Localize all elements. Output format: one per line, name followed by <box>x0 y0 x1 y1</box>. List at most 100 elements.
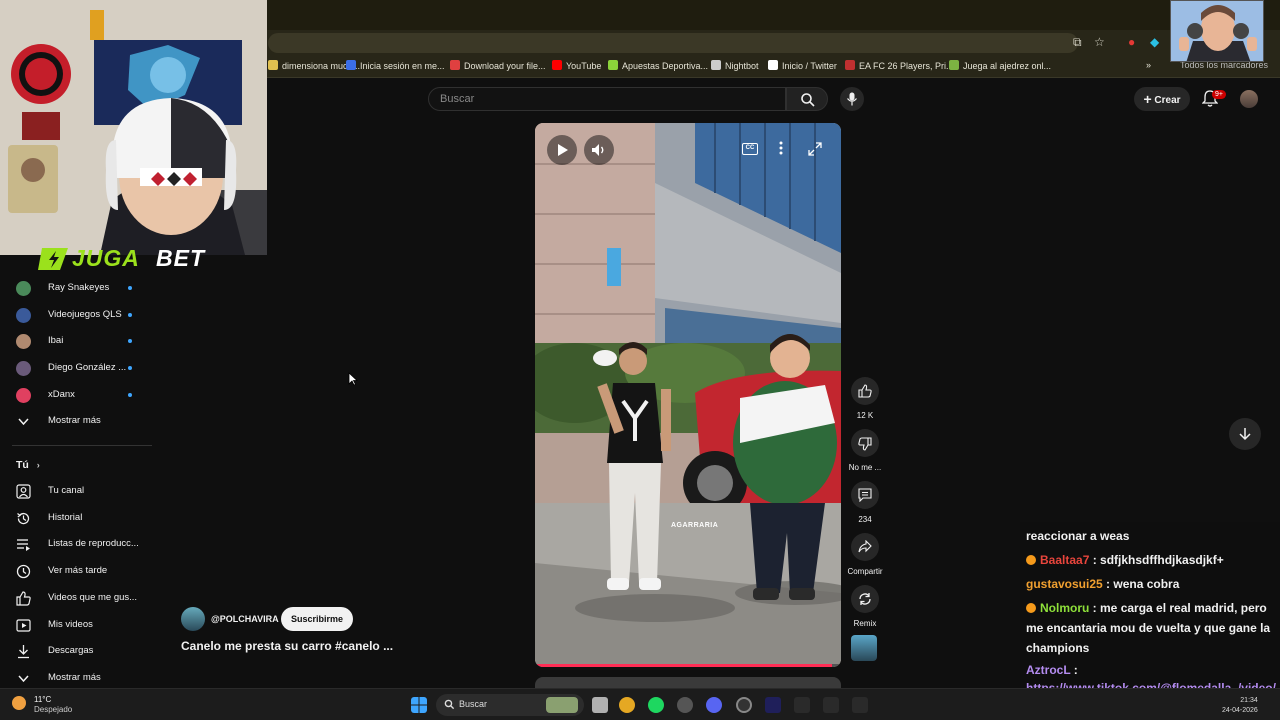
channel-avatar[interactable] <box>181 607 205 631</box>
bookmark-item[interactable]: EA FC 26 Players, Pri... <box>845 60 954 71</box>
video-watermark: AGARRARIA <box>671 522 719 529</box>
install-app-icon[interactable]: ⧉ <box>1073 35 1082 50</box>
subscription-label: xDanx <box>48 388 75 400</box>
like-button[interactable]: 12 K <box>846 377 884 420</box>
spotify-icon[interactable] <box>648 697 664 713</box>
sound-thumbnail[interactable] <box>851 635 877 661</box>
you-item-history[interactable]: Historial <box>0 505 152 531</box>
subscription-label: Diego González ... <box>48 362 127 374</box>
short-video-player[interactable]: AGARRARIA CC <box>535 123 841 667</box>
task-view-icon[interactable] <box>592 697 608 713</box>
short-title[interactable]: Canelo me presta su carro #canelo ... <box>181 639 393 653</box>
search-highlight-icon <box>546 697 578 713</box>
fullscreen-button[interactable] <box>808 142 822 156</box>
bookmark-label: YouTube <box>566 61 602 71</box>
you-item-label: Videos que me gus... <box>48 591 138 603</box>
new-content-dot <box>128 286 132 290</box>
bookmark-favicon-icon <box>346 60 356 70</box>
extension-icon[interactable]: ◆ <box>1150 35 1159 49</box>
clock-date: 24-04-2026 <box>1222 707 1258 714</box>
you-item-thumbs-up[interactable]: Videos que me gus... <box>0 585 152 611</box>
share-button[interactable]: Compartir <box>846 533 884 576</box>
create-button[interactable]: + Crear <box>1134 87 1190 111</box>
you-item-video[interactable]: Mis videos <box>0 612 152 638</box>
you-item-playlist[interactable]: Listas de reproducc... <box>0 531 152 557</box>
subscription-item[interactable]: Diego González ... <box>0 355 152 381</box>
subscribe-button[interactable]: Suscribirme <box>281 607 353 631</box>
bookmark-item[interactable]: Inicio / Twitter <box>768 60 837 71</box>
you-item-label: Ver más tarde <box>48 565 108 577</box>
share-icon <box>858 540 872 553</box>
taskbar-search[interactable]: Buscar <box>436 694 584 716</box>
next-short-button[interactable] <box>1229 418 1261 450</box>
weather-condition: Despejado <box>34 705 73 714</box>
bookmark-item[interactable]: Juega al ajedrez onl... <box>949 60 1051 71</box>
discord-icon[interactable] <box>706 697 722 713</box>
subscription-item[interactable]: Ibai <box>0 328 152 354</box>
show-more-subscriptions[interactable]: Mostrar más <box>0 408 152 434</box>
comment-icon <box>858 488 872 502</box>
extension-icon[interactable]: ● <box>1128 35 1135 49</box>
like-count: 12 K <box>856 411 874 420</box>
voice-search-button[interactable] <box>840 87 864 111</box>
app-a-icon[interactable] <box>794 697 810 713</box>
chevron-down-icon <box>18 418 29 426</box>
windows-start-icon[interactable] <box>411 697 427 713</box>
remix-button[interactable]: Remix <box>846 585 884 628</box>
omnibox[interactable] <box>268 33 1078 53</box>
bookmark-item[interactable]: Apuestas Deportiva... <box>608 60 708 71</box>
subscription-item[interactable]: xDanx <box>0 382 152 408</box>
chrome-icon[interactable] <box>619 697 635 713</box>
more-bookmarks-icon[interactable]: » <box>1146 60 1151 70</box>
volume-button[interactable] <box>584 135 614 165</box>
dislike-button[interactable]: No me ... <box>846 429 884 472</box>
account-avatar[interactable] <box>1240 90 1258 108</box>
obs-icon[interactable] <box>736 697 752 713</box>
comments-button[interactable]: 234 <box>846 481 884 524</box>
bookmark-item[interactable]: YouTube <box>552 60 601 71</box>
you-item-label: Historial <box>48 511 83 523</box>
bookmark-label: Inicia sesión en me... <box>360 61 445 71</box>
bookmark-star-icon[interactable]: ☆ <box>1094 35 1105 49</box>
taskbar-clock[interactable]: 21:34 24-04-2026 <box>1222 696 1258 716</box>
you-item-clock[interactable]: Ver más tarde <box>0 558 152 584</box>
you-item-download[interactable]: Descargas <box>0 638 152 664</box>
new-content-dot <box>128 312 132 317</box>
subscription-label: Videojuegos QLS <box>48 308 122 320</box>
closed-captions-icon: CC <box>745 145 755 151</box>
bookmark-item[interactable]: Nightbot <box>711 60 759 71</box>
channel-avatar-icon <box>16 334 31 350</box>
chat-text: sdfjkhsdffhdjkasdjkf+ <box>1100 553 1224 567</box>
weather-widget[interactable]: 11°C Despejado <box>12 695 72 715</box>
you-section-heading[interactable]: Tú › <box>16 459 40 471</box>
you-item-user-square[interactable]: Tu canal <box>0 478 152 504</box>
subscription-item[interactable]: Videojuegos QLS <box>0 302 152 328</box>
chat-text: wena cobra <box>1113 577 1180 591</box>
bookmark-item[interactable]: Inicia sesión en me... <box>346 60 445 71</box>
video-progress-bar[interactable] <box>535 664 841 667</box>
bookmark-item[interactable]: Download your file... <box>450 60 546 71</box>
chevron-right-icon: › <box>36 460 40 470</box>
you-item-label: Mis videos <box>48 618 93 630</box>
windows-taskbar: 11°C Despejado Buscar 21:34 24-04-2026 <box>0 688 1280 720</box>
bookmark-label: EA FC 26 Players, Pri... <box>859 61 954 71</box>
app-icon[interactable] <box>677 697 693 713</box>
search-button[interactable] <box>786 87 828 111</box>
captions-button[interactable]: CC <box>742 143 758 155</box>
bookmark-favicon-icon <box>608 60 618 70</box>
webcam-scene <box>0 0 267 255</box>
channel-name[interactable]: @POLCHAVIRA <box>211 614 279 624</box>
app-m-icon[interactable] <box>852 697 868 713</box>
more-options-button[interactable] <box>779 141 789 157</box>
temperature: 11°C <box>34 695 52 704</box>
search-icon <box>801 93 815 107</box>
play-button[interactable] <box>547 135 577 165</box>
subscription-item[interactable]: Ray Snakeyes <box>0 275 152 301</box>
search-input[interactable]: Buscar <box>428 87 786 111</box>
bookmark-favicon-icon <box>768 60 778 70</box>
app-m-icon[interactable] <box>823 697 839 713</box>
share-label: Compartir <box>847 567 883 576</box>
premiere-icon[interactable] <box>765 697 781 713</box>
chat-username: Nolmoru <box>1040 601 1090 615</box>
chat-message: Nolmoru : me carga el real madrid, pero … <box>1026 598 1276 658</box>
